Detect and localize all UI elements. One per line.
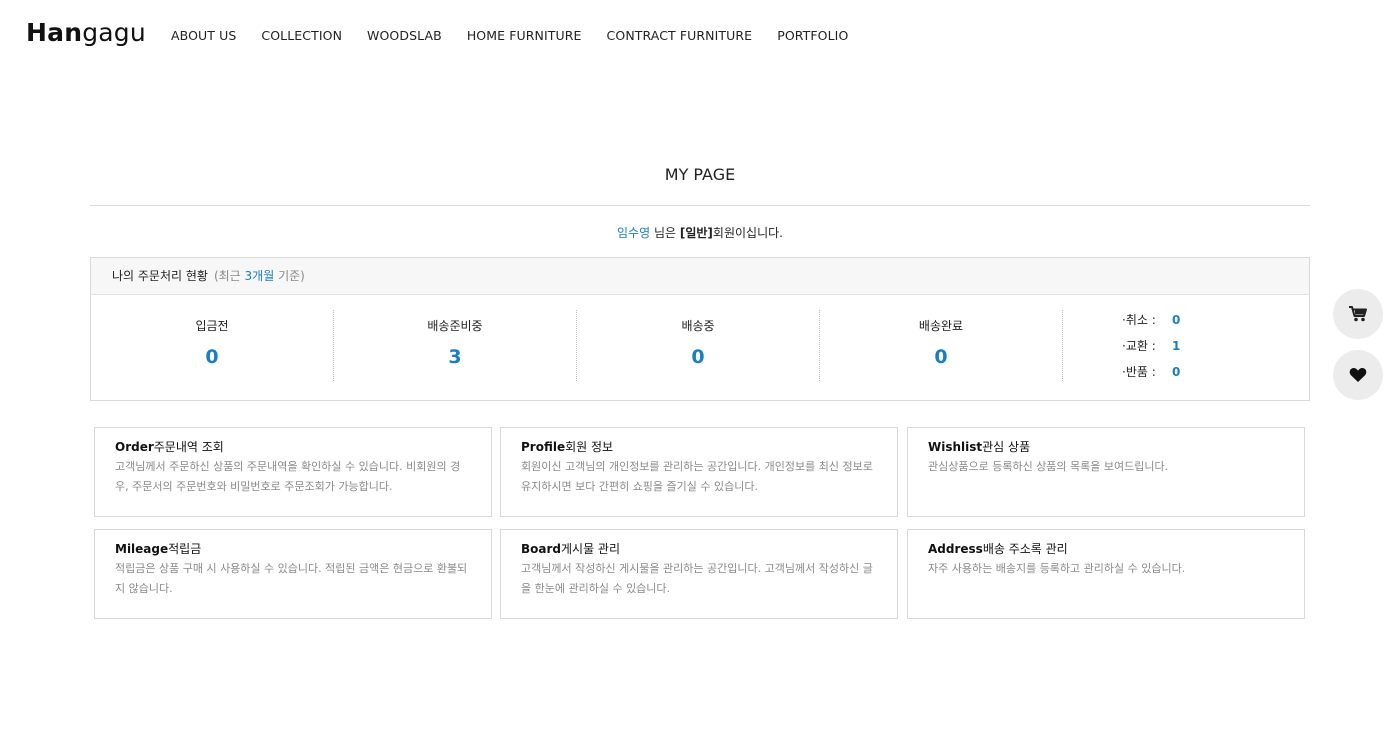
nav-collection[interactable]: COLLECTION [261, 28, 342, 43]
claim-label: ·교환 : [1122, 339, 1156, 353]
order-status-box: 나의 주문처리 현황 (최근 3개월 기준) 입금전 0 배송준비중 3 배송중 … [90, 257, 1310, 401]
site-header: Hangagu ABOUT US COLLECTION WOODSLAB HOM… [0, 0, 1399, 70]
card-title-ko: 관심 상품 [982, 440, 1031, 454]
status-delivered[interactable]: 배송완료 0 [820, 310, 1063, 381]
card-description: 적립금은 상품 구매 시 사용하실 수 있습니다. 적립된 금액은 현금으로 환… [115, 562, 468, 595]
card-description: 고객님께서 작성하신 게시물을 관리하는 공간입니다. 고객님께서 작성하신 글… [521, 562, 873, 595]
card-title-ko: 주문내역 조회 [153, 440, 224, 454]
claim-label: ·반품 : [1122, 365, 1156, 379]
card-wishlist[interactable]: Wishlist관심 상품 관심상품으로 등록하신 상품의 목록을 보여드립니다… [907, 427, 1305, 517]
nav-home-furniture[interactable]: HOME FURNITURE [467, 28, 582, 43]
card-title-ko: 적립금 [168, 542, 202, 556]
member-greeting: 임수영 님은 [일반]회원이십니다. [90, 224, 1310, 241]
nav-woodslab[interactable]: WOODSLAB [367, 28, 442, 43]
nav-about-us[interactable]: ABOUT US [171, 28, 236, 43]
status-label: 배송중 [681, 319, 715, 333]
card-title-ko: 배송 주소록 관리 [982, 542, 1068, 556]
status-count[interactable]: 0 [820, 346, 1062, 368]
card-title-en: Address [928, 542, 983, 556]
logo-bold: Han [26, 18, 83, 47]
claim-exchange[interactable]: ·교환 : 1 [1122, 339, 1180, 365]
status-preparing[interactable]: 배송준비중 3 [334, 310, 577, 381]
card-description: 고객님께서 주문하신 상품의 주문내역을 확인하실 수 있습니다. 비회원의 경… [115, 460, 461, 493]
card-title: Wishlist관심 상품 [928, 438, 1284, 455]
card-description: 자주 사용하는 배송지를 등록하고 관리하실 수 있습니다. [928, 562, 1186, 575]
claim-stats: ·취소 : 0 ·교환 : 1 ·반품 : 0 [1122, 313, 1180, 391]
period-post: 기준) [274, 269, 305, 283]
status-label: 배송준비중 [427, 319, 483, 333]
member-grade: [일반] [679, 226, 713, 240]
card-description: 관심상품으로 등록하신 상품의 목록을 보여드립니다. [928, 460, 1169, 473]
card-title-en: Profile [521, 440, 566, 454]
claim-label: ·취소 : [1122, 313, 1156, 327]
card-title: Profile회원 정보 [521, 438, 877, 455]
page-title: MY PAGE [664, 165, 736, 184]
card-title-ko: 게시물 관리 [561, 542, 621, 556]
card-title-en: Wishlist [928, 440, 983, 454]
logo-light: gagu [82, 18, 146, 47]
claim-count[interactable]: 1 [1172, 339, 1180, 365]
claim-cancel[interactable]: ·취소 : 0 [1122, 313, 1180, 339]
claim-count[interactable]: 0 [1172, 313, 1180, 339]
claim-count[interactable]: 0 [1172, 365, 1180, 391]
main-nav: ABOUT US COLLECTION WOODSLAB HOME FURNIT… [171, 28, 873, 43]
heart-icon [1349, 368, 1367, 382]
claim-return[interactable]: ·반품 : 0 [1122, 365, 1180, 391]
card-title-en: Mileage [115, 542, 169, 556]
member-name: 임수영 [617, 226, 651, 240]
card-board[interactable]: Board게시물 관리 고객님께서 작성하신 게시물을 관리하는 공간입니다. … [500, 529, 898, 619]
card-address[interactable]: Address배송 주소록 관리 자주 사용하는 배송지를 등록하고 관리하실 … [907, 529, 1305, 619]
title-divider [90, 205, 1310, 206]
order-status-period: (최근 3개월 기준) [214, 269, 305, 283]
nav-portfolio[interactable]: PORTFOLIO [777, 28, 848, 43]
card-title: Mileage적립금 [115, 540, 471, 557]
status-label: 입금전 [195, 319, 229, 333]
greeting-end: 회원이십니다. [712, 226, 783, 240]
cart-button[interactable] [1333, 289, 1383, 339]
status-before-deposit[interactable]: 입금전 0 [91, 310, 334, 381]
cart-icon [1349, 306, 1367, 322]
period-pre: (최근 [213, 269, 245, 283]
wishlist-button[interactable] [1333, 350, 1383, 400]
nav-contract-furniture[interactable]: CONTRACT FURNITURE [607, 28, 753, 43]
card-title: Address배송 주소록 관리 [928, 540, 1284, 557]
card-mileage[interactable]: Mileage적립금 적립금은 상품 구매 시 사용하실 수 있습니다. 적립된… [94, 529, 492, 619]
card-title: Board게시물 관리 [521, 540, 877, 557]
order-status-header: 나의 주문처리 현황 (최근 3개월 기준) [91, 258, 1309, 295]
card-title: Order주문내역 조회 [115, 438, 471, 455]
status-count[interactable]: 3 [334, 346, 576, 368]
greeting-mid: 님은 [650, 226, 680, 240]
card-profile[interactable]: Profile회원 정보 회원이신 고객님의 개인정보를 관리하는 공간입니다.… [500, 427, 898, 517]
card-order[interactable]: Order주문내역 조회 고객님께서 주문하신 상품의 주문내역을 확인하실 수… [94, 427, 492, 517]
status-shipping[interactable]: 배송중 0 [577, 310, 820, 381]
status-count[interactable]: 0 [577, 346, 819, 368]
order-status-title: 나의 주문처리 현황 [112, 269, 208, 283]
order-status-body: 입금전 0 배송준비중 3 배송중 0 배송완료 0 ·취소 : 0 ·교환 : 1… [91, 295, 1309, 400]
status-count[interactable]: 0 [91, 346, 333, 368]
card-title-ko: 회원 정보 [565, 440, 614, 454]
status-label: 배송완료 [918, 319, 964, 333]
period-highlight: 3개월 [244, 269, 275, 283]
card-title-en: Order [115, 440, 154, 454]
card-description: 회원이신 고객님의 개인정보를 관리하는 공간입니다. 개인정보를 최신 정보로… [521, 460, 873, 493]
site-logo[interactable]: Hangagu [26, 18, 146, 47]
card-title-en: Board [521, 542, 561, 556]
